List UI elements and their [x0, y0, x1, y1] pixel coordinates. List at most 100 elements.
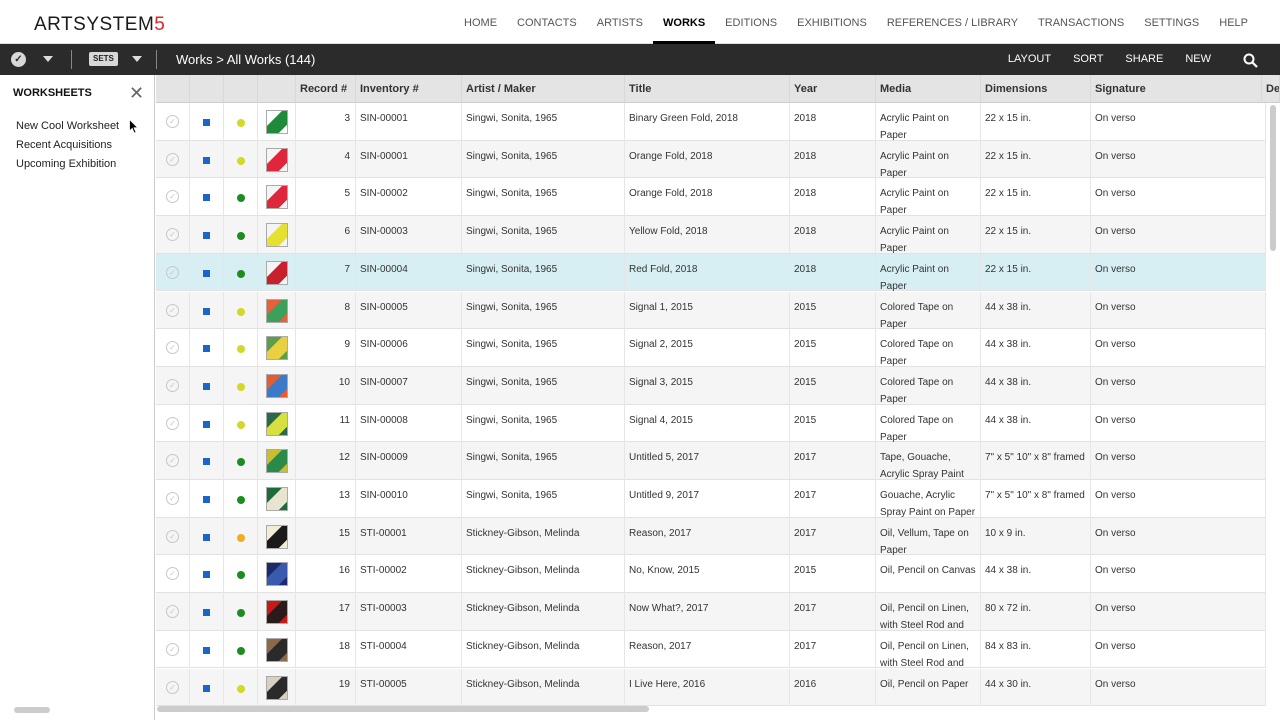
table-row[interactable]: ✓ 15 STI-00001 Stickney-Gibson, Melinda Reas…: [156, 517, 1266, 556]
close-icon[interactable]: ✕: [129, 84, 144, 102]
artwork-thumbnail[interactable]: [266, 373, 288, 398]
sidebar-horizontal-scrollbar[interactable]: [14, 707, 50, 713]
select-menu-caret-icon[interactable]: [43, 56, 53, 62]
sort-button[interactable]: SORT: [1062, 44, 1114, 75]
artwork-thumbnail[interactable]: [266, 524, 288, 549]
status-cell: [224, 517, 258, 556]
nav-artists[interactable]: ARTISTS: [587, 0, 653, 44]
row-checkbox-icon[interactable]: ✓: [166, 378, 179, 392]
worksheet-item[interactable]: Recent Acquisitions: [16, 138, 119, 157]
table-row[interactable]: ✓ 13 SIN-00010 Singwi, Sonita, 1965 Untitled…: [156, 480, 1266, 518]
select-all-check-icon[interactable]: ✓: [11, 52, 26, 67]
share-button[interactable]: SHARE: [1114, 44, 1174, 75]
row-checkbox-icon[interactable]: ✓: [166, 190, 179, 204]
row-checkbox-icon[interactable]: ✓: [166, 341, 179, 355]
row-checkbox-icon[interactable]: ✓: [166, 265, 179, 279]
row-checkbox-icon[interactable]: ✓: [166, 152, 179, 166]
artwork-thumbnail[interactable]: [266, 449, 288, 474]
artwork-signature: On verso: [1091, 216, 1266, 254]
row-checkbox-icon[interactable]: ✓: [166, 605, 179, 619]
artwork-thumbnail[interactable]: [266, 110, 288, 134]
row-checkbox-icon[interactable]: ✓: [166, 454, 179, 468]
image-cell: [258, 668, 296, 707]
type-cell: [190, 291, 224, 330]
nav-exhibitions[interactable]: EXHIBITIONS: [787, 0, 877, 44]
year-column-header[interactable]: Year: [790, 75, 876, 103]
row-checkbox-icon[interactable]: ✓: [166, 115, 179, 128]
image-column-header[interactable]: [258, 75, 296, 103]
artwork-thumbnail[interactable]: [266, 562, 288, 587]
table-row[interactable]: ✓ 7 SIN-00004 Singwi, Sonita, 1965 Red Fold,…: [156, 253, 1266, 292]
nav-home[interactable]: HOME: [454, 0, 507, 44]
row-checkbox-icon[interactable]: ✓: [166, 303, 179, 317]
artwork-thumbnail[interactable]: [266, 260, 288, 285]
image-cell: [258, 366, 296, 405]
sets-caret-icon[interactable]: [132, 56, 142, 62]
table-row[interactable]: ✓ 11 SIN-00008 Singwi, Sonita, 1965 Signal 4…: [156, 404, 1266, 443]
artwork-title: I Live Here, 2016: [625, 668, 790, 707]
table-row[interactable]: ✓ 17 STI-00003 Stickney-Gibson, Melinda Now …: [156, 593, 1266, 631]
table-row[interactable]: ✓ 4 SIN-00001 Singwi, Sonita, 1965 Orange Fo…: [156, 140, 1266, 179]
nav-transactions[interactable]: TRANSACTIONS: [1028, 0, 1134, 44]
signature-column-header[interactable]: Signature: [1091, 75, 1262, 103]
artwork-thumbnail[interactable]: [266, 411, 288, 436]
artwork-thumbnail[interactable]: [266, 223, 288, 248]
record-column-header[interactable]: Record #: [296, 75, 356, 103]
row-checkbox-icon[interactable]: ✓: [166, 416, 179, 430]
row-checkbox-icon[interactable]: ✓: [166, 567, 179, 581]
row-checkbox-icon[interactable]: ✓: [166, 492, 179, 505]
media-column-header[interactable]: Media: [876, 75, 981, 103]
table-row[interactable]: ✓ 3 SIN-00001 Singwi, Sonita, 1965 Binary Gr…: [156, 103, 1266, 141]
nav-contacts[interactable]: CONTACTS: [507, 0, 587, 44]
vertical-scrollbar[interactable]: [1270, 105, 1276, 251]
artwork-dimensions: 22 x 15 in.: [981, 103, 1091, 141]
table-row[interactable]: ✓ 9 SIN-00006 Singwi, Sonita, 1965 Signal 2,…: [156, 329, 1266, 367]
title-column-header[interactable]: Title: [625, 75, 790, 103]
nav-references-library[interactable]: REFERENCES / LIBRARY: [877, 0, 1028, 44]
table-row[interactable]: ✓ 16 STI-00002 Stickney-Gibson, Melinda No, …: [156, 555, 1266, 594]
status-cell: [224, 480, 258, 518]
artwork-thumbnail[interactable]: [266, 336, 288, 361]
artwork-thumbnail[interactable]: [266, 600, 288, 625]
dimensions-column-header[interactable]: Dimensions: [981, 75, 1091, 103]
table-row[interactable]: ✓ 12 SIN-00009 Singwi, Sonita, 1965 Untitled…: [156, 442, 1266, 480]
artwork-thumbnail[interactable]: [266, 147, 288, 172]
table-row[interactable]: ✓ 8 SIN-00005 Singwi, Sonita, 1965 Signal 1,…: [156, 291, 1266, 330]
status-column-header[interactable]: [224, 75, 258, 103]
artwork-thumbnail[interactable]: [266, 637, 288, 662]
horizontal-scrollbar[interactable]: [157, 706, 649, 712]
table-row[interactable]: ✓ 6 SIN-00003 Singwi, Sonita, 1965 Yellow Fo…: [156, 216, 1266, 254]
row-checkbox-icon[interactable]: ✓: [166, 680, 179, 694]
select-column-header[interactable]: [156, 75, 190, 103]
artist-column-header[interactable]: Artist / Maker: [462, 75, 625, 103]
record-number: 9: [296, 329, 356, 367]
worksheet-item[interactable]: Upcoming Exhibition: [16, 157, 119, 176]
layout-button[interactable]: LAYOUT: [997, 44, 1062, 75]
artwork-thumbnail[interactable]: [266, 675, 288, 700]
type-column-header[interactable]: [190, 75, 224, 103]
table-row[interactable]: ✓ 10 SIN-00007 Singwi, Sonita, 1965 Signal 3…: [156, 366, 1266, 405]
description-column-header[interactable]: De: [1262, 75, 1280, 103]
nav-help[interactable]: HELP: [1209, 0, 1258, 44]
nav-editions[interactable]: EDITIONS: [715, 0, 787, 44]
nav-works[interactable]: WORKS: [653, 0, 716, 44]
nav-settings[interactable]: SETTINGS: [1134, 0, 1209, 44]
table-row[interactable]: ✓ 5 SIN-00002 Singwi, Sonita, 1965 Orange Fo…: [156, 178, 1266, 217]
artwork-thumbnail[interactable]: [266, 487, 288, 511]
table-row[interactable]: ✓ 18 STI-00004 Stickney-Gibson, Melinda Reas…: [156, 630, 1266, 669]
row-checkbox-icon[interactable]: ✓: [166, 642, 179, 656]
row-checkbox-icon[interactable]: ✓: [166, 228, 179, 242]
artist-name: Singwi, Sonita, 1965: [462, 442, 625, 480]
search-icon[interactable]: [1243, 53, 1258, 68]
sets-button[interactable]: SETS: [89, 52, 118, 66]
table-row[interactable]: ✓ 19 STI-00005 Stickney-Gibson, Melinda I Li…: [156, 668, 1266, 707]
inventory-column-header[interactable]: Inventory #: [356, 75, 462, 103]
new-button[interactable]: NEW: [1174, 44, 1222, 75]
artwork-thumbnail[interactable]: [266, 298, 288, 323]
row-checkbox-icon[interactable]: ✓: [166, 529, 179, 543]
worksheet-item[interactable]: New Cool Worksheet: [16, 119, 119, 138]
inventory-number: SIN-00006: [356, 329, 462, 367]
artwork-thumbnail[interactable]: [266, 185, 288, 210]
app-logo[interactable]: ARTSYSTEM5: [34, 14, 165, 36]
top-navigation: ARTSYSTEM5 HOME CONTACTS ARTISTS WORKS EDITI…: [0, 0, 1280, 44]
